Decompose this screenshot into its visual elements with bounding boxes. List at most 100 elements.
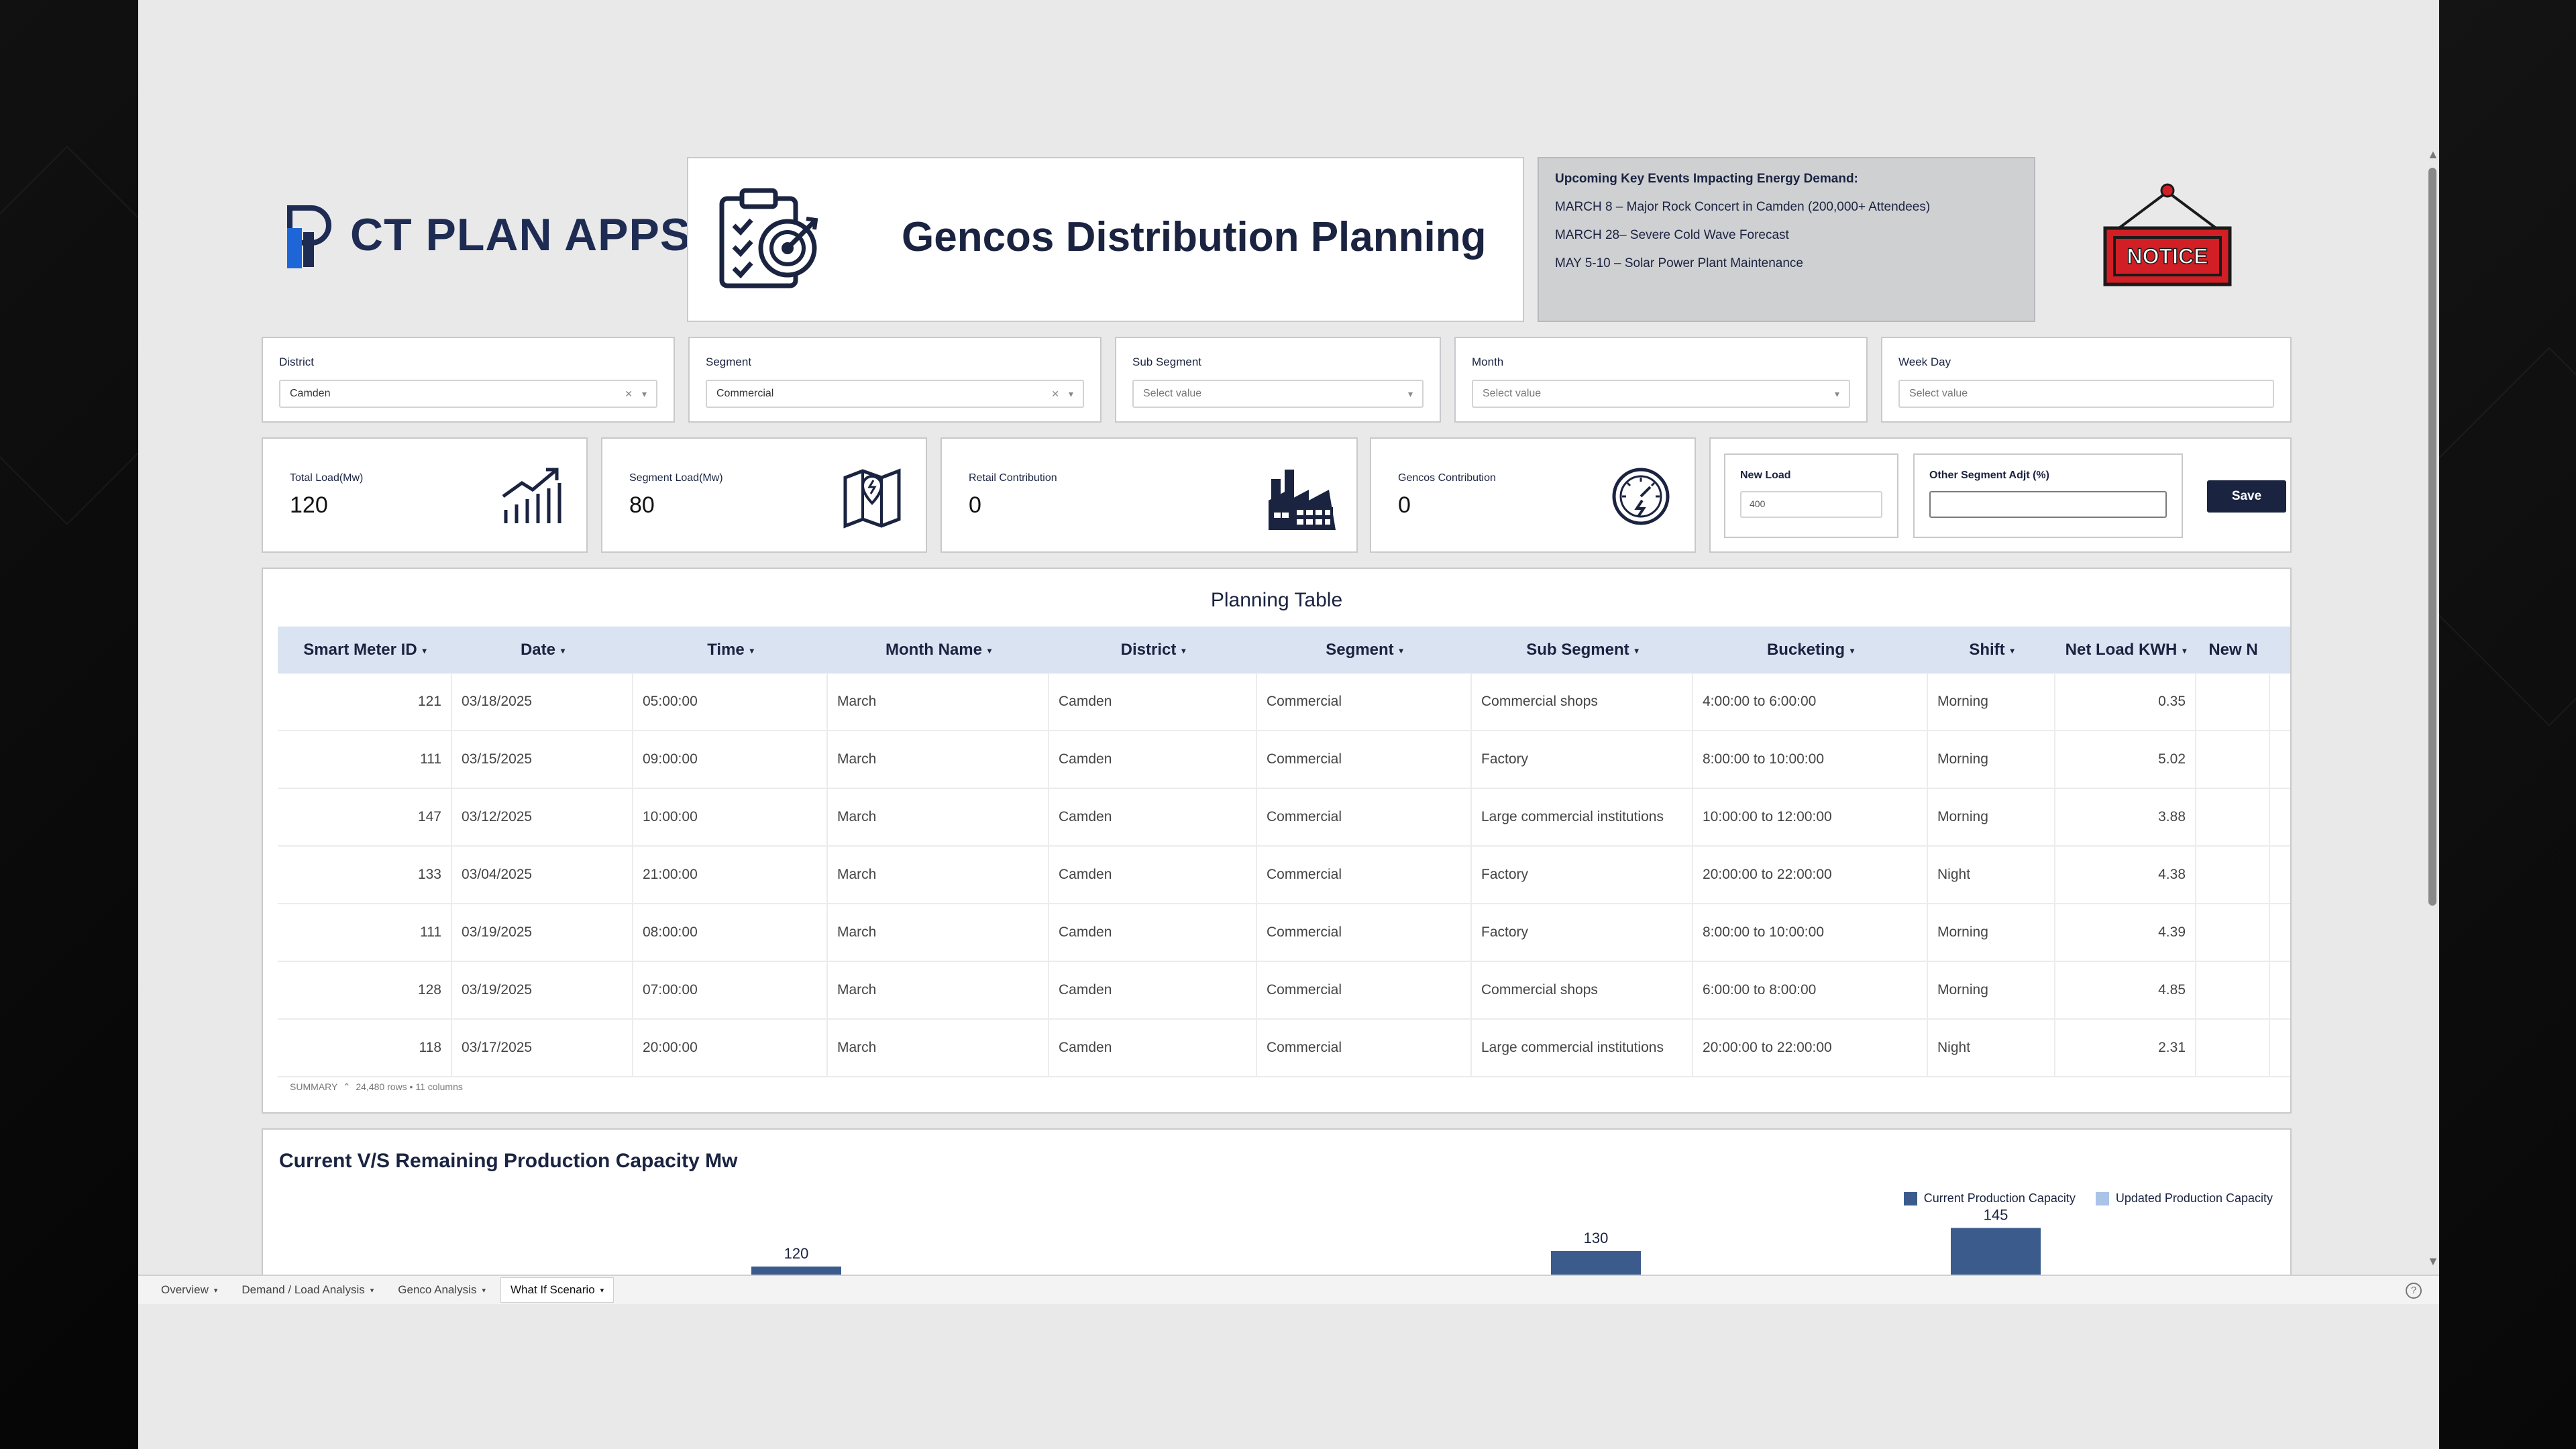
help-icon[interactable]: ? [2406, 1283, 2422, 1299]
capacity-chart: 90120130145 [751, 1207, 2041, 1277]
clear-icon[interactable]: ✕ [1051, 388, 1059, 400]
table-cell: March [828, 961, 1049, 1019]
chevron-down-icon[interactable]: ▾ [214, 1286, 218, 1295]
table-cell: 21:00:00 [633, 846, 828, 904]
column-header[interactable]: Sub Segment ▾ [1472, 641, 1693, 659]
sort-icon[interactable]: ▾ [2182, 646, 2186, 655]
column-header[interactable]: New N [2196, 641, 2270, 659]
planning-table: Smart Meter ID ▾ Date ▾ Time ▾ Month Name ▾ Dist… [278, 627, 2290, 1077]
tab-genco-analysis[interactable]: Genco Analysis ▾ [388, 1278, 495, 1302]
table-cell: 03/19/2025 [452, 961, 633, 1019]
table-cell: Factory [1472, 846, 1693, 904]
vertical-scrollbar[interactable]: ▲ ▼ [2424, 148, 2439, 1275]
column-header[interactable]: District ▾ [1049, 641, 1257, 659]
tab-label: Overview [161, 1283, 209, 1296]
table-cell: Camden [1049, 846, 1257, 904]
sort-icon[interactable]: ▾ [750, 646, 754, 655]
table-row[interactable]: 147 03/12/2025 10:00:00 March Camden Commerci… [278, 788, 2290, 847]
table-row[interactable]: 111 03/19/2025 08:00:00 March Camden Commerci… [278, 904, 2290, 962]
sort-icon[interactable]: ▾ [1399, 646, 1403, 655]
table-cell: 111 [278, 904, 452, 961]
sort-icon[interactable]: ▾ [423, 646, 427, 655]
clear-icon[interactable]: ✕ [625, 388, 633, 400]
save-button[interactable]: Save [2207, 480, 2286, 513]
chevron-down-icon[interactable]: ▾ [370, 1286, 374, 1295]
column-header[interactable]: Segment ▾ [1257, 641, 1472, 659]
month-label: Month [1472, 356, 1504, 368]
table-cell: 3.88 [2055, 788, 2196, 846]
table-row[interactable]: 111 03/15/2025 09:00:00 March Camden Commerci… [278, 731, 2290, 789]
table-cell [2196, 1019, 2270, 1077]
sub-segment-filter: Sub Segment Select value ▾ [1115, 337, 1441, 423]
adjustment-panel: New Load 400 Other Segment Adjt (%) Save [1709, 437, 2292, 553]
column-header[interactable]: Shift ▾ [1928, 641, 2055, 659]
other-segment-input[interactable] [1929, 491, 2167, 518]
segment-select[interactable]: Commercial ✕ ▾ [706, 380, 1084, 408]
table-cell: 0.35 [2055, 673, 2196, 731]
sort-icon[interactable]: ▾ [1181, 646, 1185, 655]
sort-icon[interactable]: ▾ [987, 646, 991, 655]
event-line: MARCH 28– Severe Cold Wave Forecast [1555, 228, 1789, 242]
event-line: MAY 5-10 – Solar Power Plant Maintenance [1555, 256, 1803, 270]
table-cell: 03/15/2025 [452, 731, 633, 788]
column-header-label: Date [520, 641, 555, 659]
sort-icon[interactable]: ▾ [1635, 646, 1639, 655]
table-row[interactable]: 118 03/17/2025 20:00:00 March Camden Commerci… [278, 1019, 2290, 1077]
scroll-up-icon[interactable]: ▲ [2427, 148, 2439, 162]
column-header[interactable]: Net Load KWH ▾ [2055, 641, 2196, 659]
column-header[interactable]: Month Name ▾ [828, 641, 1049, 659]
table-cell: 4.85 [2055, 961, 2196, 1019]
chevron-down-icon[interactable]: ▾ [600, 1286, 604, 1295]
growth-chart-icon [502, 468, 561, 523]
dashboard-canvas: CT PLAN APPS Gencos Distribution Plannin… [138, 0, 2439, 1277]
column-header[interactable]: Smart Meter ID ▾ [278, 641, 452, 659]
chevron-down-icon[interactable]: ▾ [1408, 388, 1413, 400]
month-select[interactable]: Select value ▾ [1472, 380, 1850, 408]
table-row[interactable]: 121 03/18/2025 05:00:00 March Camden Commerci… [278, 673, 2290, 731]
table-cell: Commercial [1257, 731, 1472, 788]
table-cell: Large commercial institutions [1472, 1019, 1693, 1077]
sort-icon[interactable]: ▾ [561, 646, 565, 655]
table-cell: Camden [1049, 1019, 1257, 1077]
table-cell: Commercial [1257, 1019, 1472, 1077]
table-cell: Morning [1928, 904, 2055, 961]
brand-name: CT PLAN APPS [350, 209, 692, 260]
table-header: Smart Meter ID ▾ Date ▾ Time ▾ Month Name ▾ Dist… [278, 627, 2290, 674]
column-header-label: Segment [1326, 641, 1394, 659]
table-cell: 05:00:00 [633, 673, 828, 731]
chevron-down-icon[interactable]: ▾ [642, 388, 647, 400]
total-load-card: Total Load(Mw) 120 [262, 437, 588, 553]
table-cell: Camden [1049, 731, 1257, 788]
brand-logo: CT PLAN APPS [283, 201, 691, 268]
notice-label: NOTICE [2127, 244, 2208, 268]
chevron-up-icon[interactable]: ⌃ [340, 1081, 354, 1092]
chart-bar[interactable] [1551, 1251, 1641, 1276]
tab-what-if-scenario[interactable]: What If Scenario ▾ [500, 1277, 614, 1303]
chart-bar[interactable] [1951, 1228, 2041, 1277]
column-header[interactable]: Bucketing ▾ [1693, 641, 1928, 659]
chevron-down-icon[interactable]: ▾ [1069, 388, 1073, 400]
scrollbar-thumb[interactable] [2428, 168, 2436, 906]
column-header[interactable]: Time ▾ [633, 641, 828, 659]
sort-icon[interactable]: ▾ [1850, 646, 1854, 655]
week-day-select[interactable]: Select value [1898, 380, 2274, 408]
month-placeholder: Select value [1483, 388, 1542, 399]
sort-icon[interactable]: ▾ [2010, 646, 2015, 655]
tab-overview[interactable]: Overview ▾ [152, 1278, 227, 1302]
tab-demand-load-analysis[interactable]: Demand / Load Analysis ▾ [232, 1278, 383, 1302]
chevron-down-icon[interactable]: ▾ [482, 1286, 486, 1295]
chevron-down-icon[interactable]: ▾ [1835, 388, 1839, 400]
new-load-input[interactable]: 400 [1740, 491, 1882, 518]
table-cell: 8:00:00 to 10:00:00 [1693, 731, 1928, 788]
table-cell: Commercial shops [1472, 961, 1693, 1019]
district-select[interactable]: Camden ✕ ▾ [279, 380, 657, 408]
table-row[interactable]: 133 03/04/2025 21:00:00 March Camden Commerci… [278, 846, 2290, 904]
table-cell: 128 [278, 961, 452, 1019]
table-cell: 111 [278, 731, 452, 788]
scroll-down-icon[interactable]: ▼ [2427, 1254, 2439, 1269]
table-row[interactable]: 128 03/19/2025 07:00:00 March Camden Commerci… [278, 961, 2290, 1020]
map-energy-icon [843, 468, 901, 529]
sub-segment-select[interactable]: Select value ▾ [1132, 380, 1424, 408]
column-header[interactable]: Date ▾ [452, 641, 633, 659]
district-filter: District Camden ✕ ▾ [262, 337, 675, 423]
